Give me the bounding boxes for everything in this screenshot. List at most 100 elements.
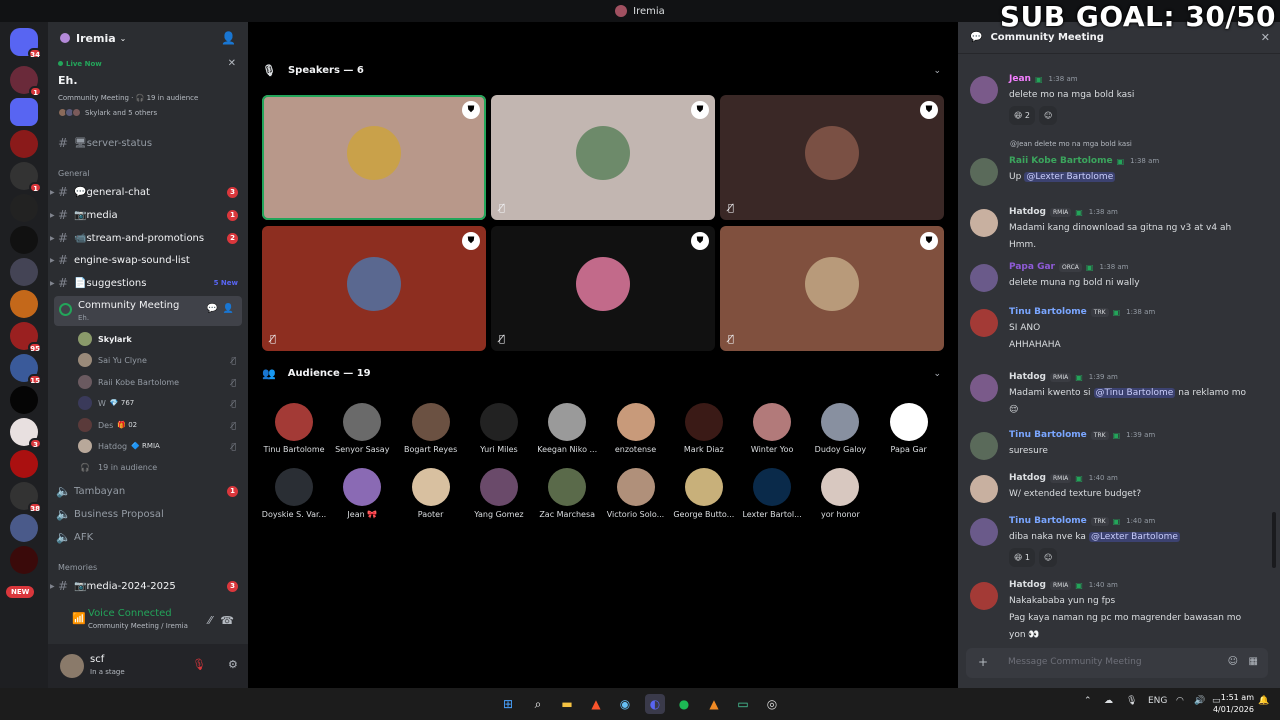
mute-icon[interactable]: 🎙 (192, 658, 206, 671)
audience-member[interactable]: Paoter (397, 468, 465, 519)
audience-member[interactable]: enzotense (602, 403, 670, 454)
folder-icon[interactable]: ▬ (557, 694, 577, 714)
author-name[interactable]: Hatdog (1009, 473, 1046, 483)
voice-channel-business-proposal[interactable]: 🔈 Business Proposal (56, 504, 242, 524)
avatar[interactable] (970, 309, 998, 337)
audience-member[interactable]: Lexter Bartol... (738, 468, 806, 519)
server-tag[interactable]: TRK (1090, 516, 1109, 526)
obs-icon[interactable]: ◎ (762, 694, 782, 714)
audience-member[interactable]: Tinu Bartolome (260, 403, 328, 454)
category-general[interactable]: General (58, 169, 90, 178)
avatar[interactable] (970, 76, 998, 104)
onedrive-icon[interactable]: ☁ (1104, 696, 1113, 706)
audience-member[interactable]: yor honor (806, 468, 874, 519)
message-input[interactable]: + Message Community Meeting ☺ ▦ (966, 648, 1268, 678)
live-now-card[interactable]: Live Now Eh. Community Meeting · 🎧 19 in… (54, 54, 242, 120)
channel-engine-swap-sound-list[interactable]: ▶ # engine-swap-sound-list (50, 250, 242, 270)
audience-member[interactable]: Jean 🎀 (328, 468, 396, 519)
channel-suggestions[interactable]: ▶ # 📄suggestions 5 New (50, 273, 242, 293)
gear-icon[interactable]: ⚙ (228, 658, 238, 671)
server-icon-8[interactable] (10, 290, 38, 318)
audience-member[interactable]: Winter Yoo (738, 403, 806, 454)
author-name[interactable]: Hatdog (1009, 580, 1046, 590)
server-icon-7[interactable] (10, 258, 38, 286)
speaker-tile[interactable]: ⛊ 🎙̸ (491, 95, 715, 220)
chevron-down-icon[interactable]: ⌄ (933, 369, 941, 379)
avatar[interactable] (970, 432, 998, 460)
server-icon-3[interactable] (10, 130, 38, 158)
author-name[interactable]: Tinu Bartolome (1009, 430, 1087, 440)
noise-suppression-icon[interactable]: ⁄⁄ (208, 614, 212, 627)
author-name[interactable]: Jean (1009, 74, 1031, 84)
server-tag[interactable]: ORCA (1058, 262, 1082, 272)
avatar[interactable] (970, 209, 998, 237)
wifi-icon[interactable]: ◠ (1176, 696, 1184, 706)
author-name[interactable]: Tinu Bartolome (1009, 516, 1087, 526)
clock[interactable]: 1:51 am 4/01/2026 (1213, 692, 1254, 716)
audience-count-row[interactable]: 🎧 19 in audience (78, 457, 242, 477)
speaker-tile[interactable]: ⛊ 🎙̸ (491, 226, 715, 351)
author-name[interactable]: Hatdog (1009, 207, 1046, 217)
brave-icon[interactable]: ▲ (586, 694, 606, 714)
server-tag[interactable]: TRK (1090, 430, 1109, 440)
author-name[interactable]: Tinu Bartolome (1009, 307, 1087, 317)
apps-icon[interactable]: ▦ (1249, 656, 1258, 667)
voice-user[interactable]: Des 🎁 02 🎙̸ (78, 415, 242, 435)
chevron-up-icon[interactable]: ⌃ (1084, 696, 1092, 706)
user-mention[interactable]: @Lexter Bartolome (1024, 172, 1116, 182)
microphone-icon[interactable]: 🎙 (1126, 696, 1137, 706)
server-icon-11[interactable] (10, 386, 38, 414)
server-icon-12[interactable]: 3 (10, 418, 42, 449)
server-tag[interactable]: RMIA (1049, 580, 1072, 590)
start-icon[interactable]: ⊞ (498, 694, 518, 714)
channel-media[interactable]: ▶ # 📷media 1 (50, 205, 242, 225)
audience-member[interactable]: Keegan Niko ... (533, 403, 601, 454)
audience-member[interactable]: George Butto... (670, 468, 738, 519)
discord-icon[interactable]: ◐ (645, 694, 665, 714)
invite-icon[interactable]: 👤 (223, 304, 234, 314)
server-icon-10[interactable]: 15 (10, 354, 42, 385)
server-tag[interactable]: TRK (1090, 307, 1109, 317)
avatar[interactable] (970, 582, 998, 610)
reaction-pill[interactable]: 😆 1 (1009, 548, 1035, 567)
chevron-down-icon[interactable]: ⌄ (933, 66, 941, 76)
author-name[interactable]: Raii Kobe Bartolome (1009, 156, 1113, 166)
notification-icon[interactable]: 🔔 (1258, 696, 1269, 706)
server-tag[interactable]: RMIA (1049, 207, 1072, 217)
invite-icon[interactable]: 👤 (221, 31, 236, 45)
search-icon[interactable]: ⌕ (528, 694, 548, 714)
avatar[interactable] (970, 264, 998, 292)
audience-member[interactable]: Papa Gar (875, 403, 943, 454)
reply-preview[interactable]: @Jean delete mo na mga bold kasi (1010, 140, 1132, 148)
server-icon-13[interactable] (10, 450, 38, 478)
disconnect-icon[interactable]: ☎ (220, 614, 234, 627)
add-reaction-icon[interactable]: ☺ (1038, 548, 1058, 567)
volume-icon[interactable]: 🔊 (1194, 696, 1205, 706)
voice-connected-detail[interactable]: Community Meeting / Iremia (88, 622, 188, 630)
chat-scrollbar[interactable] (1272, 512, 1276, 568)
server-icon-15[interactable] (10, 514, 38, 542)
steam-icon[interactable]: ◉ (615, 694, 635, 714)
direct-messages-icon[interactable]: 34 (10, 28, 42, 59)
emoji-icon[interactable]: ☺ (1228, 656, 1238, 667)
server-icon-14[interactable]: 38 (10, 482, 42, 513)
language-indicator[interactable]: ENG (1148, 696, 1167, 706)
audience-member[interactable]: Dudoy Galoy (806, 403, 874, 454)
category-memories[interactable]: Memories (58, 563, 97, 572)
plus-icon[interactable]: + (978, 655, 988, 669)
stage-channel-community-meeting[interactable]: Community Meeting Eh. 💬 👤 (54, 296, 242, 326)
app-icon[interactable]: ▭ (733, 694, 753, 714)
voice-user[interactable]: W 💎 767 🎙̸ (78, 393, 242, 413)
server-icon-6[interactable] (10, 226, 38, 254)
guild-header[interactable]: Iremia ⌄ 👤 (48, 22, 248, 54)
server-icon-4[interactable]: 1 (10, 162, 42, 193)
channel-server-status[interactable]: # 🖥server-status (56, 133, 242, 153)
audience-member[interactable]: Yuri Miles (465, 403, 533, 454)
chat-icon[interactable]: 💬 (207, 304, 218, 314)
audience-member[interactable]: Bogart Reyes (397, 403, 465, 454)
author-name[interactable]: Hatdog (1009, 372, 1046, 382)
server-icon-5[interactable] (10, 194, 38, 222)
audience-member[interactable]: Zac Marchesa (533, 468, 601, 519)
spotify-icon[interactable]: ● (674, 694, 694, 714)
channel-stream-and-promotions[interactable]: ▶ # 📹stream-and-promotions 2 (50, 228, 242, 248)
